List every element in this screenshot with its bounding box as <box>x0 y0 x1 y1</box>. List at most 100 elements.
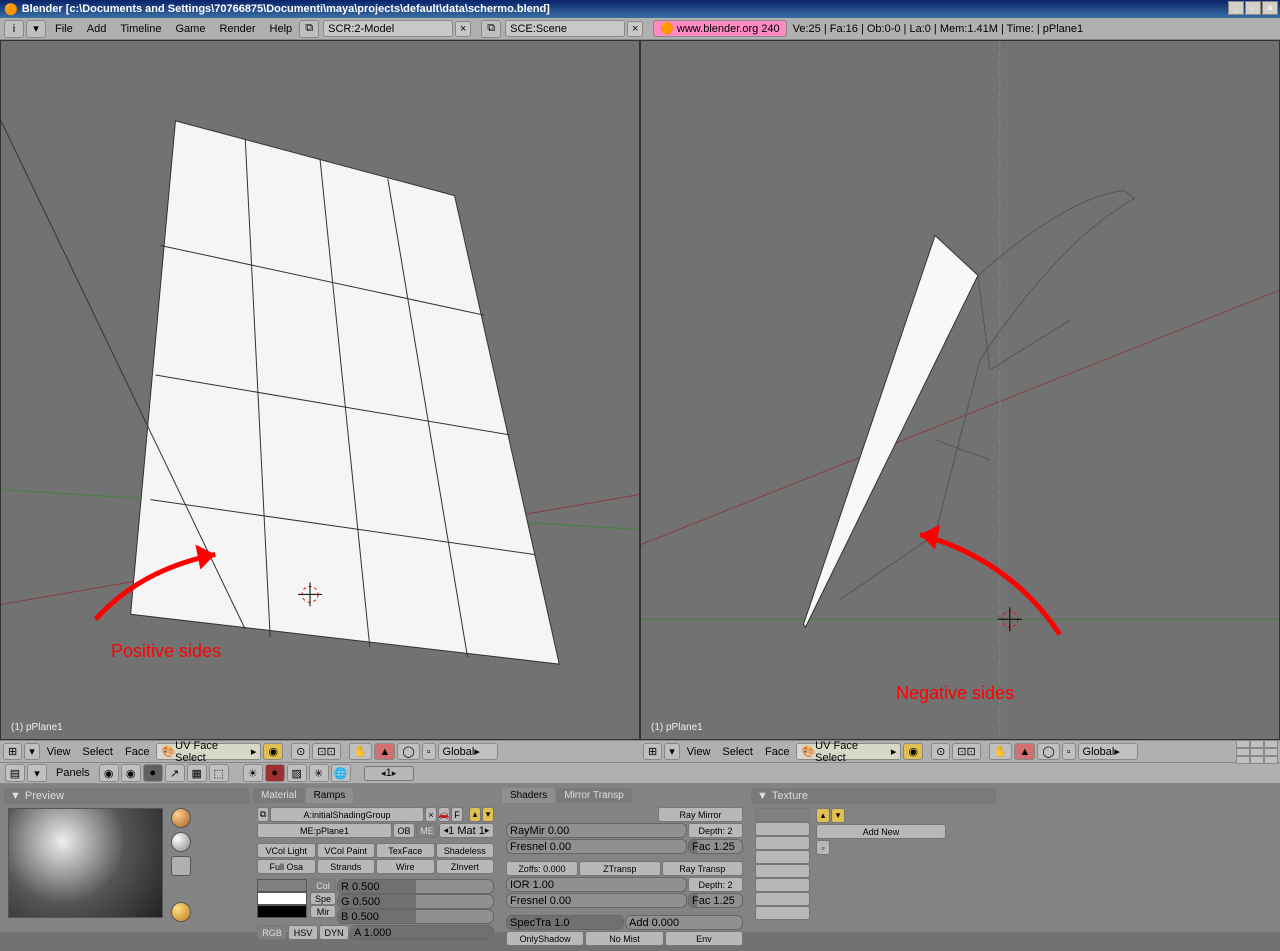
menu-help[interactable]: Help <box>263 23 300 35</box>
mat-nodes-down[interactable]: ▾ <box>482 807 494 822</box>
mode-selector-r[interactable]: 🎨UV Face Select▸ <box>796 743 901 760</box>
vp-select[interactable]: Select <box>76 746 119 758</box>
spectra-slider[interactable]: SpecTra 1.0 <box>506 915 624 930</box>
tex-slot-3[interactable] <box>755 850 810 864</box>
tex-slot-4[interactable] <box>755 864 810 878</box>
menu-add[interactable]: Add <box>80 23 114 35</box>
add-new-button[interactable]: Add New <box>816 824 946 839</box>
pivot-dropdown-icon[interactable]: ⊡⊡ <box>312 743 340 760</box>
pivot-icon-r[interactable]: ⊙ <box>931 743 950 760</box>
tab-mirror[interactable]: Mirror Transp <box>556 788 631 803</box>
world-subcontext-icon[interactable]: 🌐 <box>331 764 351 782</box>
ray-mirror-button[interactable]: Ray Mirror <box>658 807 743 822</box>
ztransp-button[interactable]: ZTransp <box>579 861 661 876</box>
fac2-slider[interactable]: Fac 1.25 <box>688 893 743 908</box>
mat-browse-icon[interactable]: ⧉ <box>257 807 269 822</box>
spe-swatch[interactable] <box>257 892 307 905</box>
tex-down-icon[interactable]: ▾ <box>831 808 845 823</box>
texture-subcontext-icon[interactable]: ▨ <box>287 764 307 782</box>
manipulator-icon[interactable]: ✋ <box>349 743 373 760</box>
blender-link[interactable]: 🟠 www.blender.org 240 <box>653 20 787 37</box>
mat-f-button[interactable]: F <box>451 807 463 822</box>
ray-transp-button[interactable]: Ray Transp <box>662 861 744 876</box>
menu-game[interactable]: Game <box>168 23 212 35</box>
radiosity-subcontext-icon[interactable]: ✳ <box>309 764 329 782</box>
layer-buttons[interactable] <box>1236 740 1278 764</box>
mesh-name-field[interactable]: ME:pPlane1 <box>257 823 392 838</box>
hsv-button[interactable]: HSV <box>288 925 318 940</box>
nomist-button[interactable]: No Mist <box>585 931 663 946</box>
pivot-icon[interactable]: ⊙ <box>291 743 310 760</box>
tex-up-icon[interactable]: ▴ <box>816 808 830 823</box>
col-button[interactable]: Col <box>310 879 336 892</box>
scene-browse-icon[interactable]: ⧉ <box>481 20 501 38</box>
rotate-icon[interactable]: ◯ <box>397 743 419 760</box>
vp-view[interactable]: View <box>41 746 77 758</box>
mat-x-icon[interactable]: × <box>425 807 437 822</box>
logic-context-icon[interactable]: ◉ <box>99 764 119 782</box>
frame-field[interactable]: ◂ 1 ▸ <box>364 766 414 781</box>
scene-context-icon[interactable]: ⬚ <box>209 764 229 782</box>
pivot-dropdown-icon-r[interactable]: ⊡⊡ <box>952 743 980 760</box>
add-slider[interactable]: Add 0.000 <box>625 915 743 930</box>
scene-close[interactable]: × <box>627 21 643 37</box>
tex-slot-2[interactable] <box>755 836 810 850</box>
depth-field[interactable]: Depth: 2 <box>688 823 743 838</box>
vp-select-r[interactable]: Select <box>716 746 759 758</box>
info-icon[interactable]: i <box>4 20 24 38</box>
view-type-icon[interactable]: ⊞ <box>3 743 22 760</box>
zoffs-field[interactable]: Zoffs: 0.000 <box>506 861 578 876</box>
fresnel-slider[interactable]: Fresnel 0.00 <box>506 839 687 854</box>
vp-view-r[interactable]: View <box>681 746 717 758</box>
shading-icon[interactable]: ◉ <box>263 743 283 760</box>
tex-slot-0[interactable] <box>755 808 810 822</box>
me-button[interactable]: ME <box>416 823 438 838</box>
preview-flat-icon[interactable] <box>171 808 191 828</box>
dyn-button[interactable]: DYN <box>319 925 349 940</box>
tex-slot-6[interactable] <box>755 892 810 906</box>
alpha-slider[interactable]: A 1.000 <box>350 925 494 940</box>
texface-button[interactable]: TexFace <box>376 843 435 858</box>
dropdown-caret-icon-r[interactable]: ▾ <box>664 743 680 760</box>
view-type-icon-r[interactable]: ⊞ <box>643 743 662 760</box>
scale-icon-r[interactable]: ▫ <box>1062 743 1076 760</box>
translate-icon-r[interactable]: ▲ <box>1014 743 1035 760</box>
dropdown-caret-icon[interactable]: ▾ <box>24 743 40 760</box>
menu-file[interactable]: File <box>48 23 80 35</box>
mat-count[interactable]: ◂ 1 Mat 1 ▸ <box>439 823 494 838</box>
dropdown-icon[interactable]: ▾ <box>26 20 46 38</box>
close-button[interactable]: × <box>1262 1 1278 15</box>
mat-car-icon[interactable]: 🚗 <box>438 807 450 822</box>
wire-button[interactable]: Wire <box>376 859 435 874</box>
tab-material[interactable]: Material <box>253 788 305 803</box>
screen-browse-icon[interactable]: ⧉ <box>299 20 319 38</box>
buttons-window-icon[interactable]: ▤ <box>5 764 25 782</box>
strands-button[interactable]: Strands <box>317 859 376 874</box>
viewport-right[interactable]: Negative sides (1) pPlane1 <box>640 40 1280 740</box>
material-subcontext-icon[interactable]: ● <box>265 764 285 782</box>
tex-clear-icon[interactable]: ▫ <box>816 840 830 855</box>
r-slider[interactable]: R 0.500 <box>337 879 494 894</box>
menu-timeline[interactable]: Timeline <box>113 23 168 35</box>
object-context-icon[interactable]: ↗ <box>165 764 185 782</box>
mir-button[interactable]: Mir <box>310 905 336 918</box>
rotate-icon-r[interactable]: ◯ <box>1037 743 1059 760</box>
mir-swatch[interactable] <box>257 905 307 918</box>
script-context-icon[interactable]: ◉ <box>121 764 141 782</box>
mode-selector[interactable]: 🎨UV Face Select▸ <box>156 743 261 760</box>
screen-selector[interactable]: SCR:2-Model <box>323 20 453 37</box>
edit-context-icon[interactable]: ▦ <box>187 764 207 782</box>
preview-cube-icon[interactable] <box>171 856 191 876</box>
screen-close[interactable]: × <box>455 21 471 37</box>
preview-sphere-icon[interactable] <box>171 832 191 852</box>
full-osa-button[interactable]: Full Osa <box>257 859 316 874</box>
vcol-paint-button[interactable]: VCol Paint <box>317 843 376 858</box>
col-swatch[interactable] <box>257 879 307 892</box>
panels-dropdown-icon[interactable]: ▾ <box>27 764 47 782</box>
orientation-selector-r[interactable]: Global▸ <box>1078 743 1138 760</box>
ob-button[interactable]: OB <box>393 823 415 838</box>
fac-slider[interactable]: Fac 1.25 <box>688 839 743 854</box>
g-slider[interactable]: G 0.500 <box>337 894 494 909</box>
tab-shaders[interactable]: Shaders <box>502 788 555 803</box>
lamp-subcontext-icon[interactable]: ☀ <box>243 764 263 782</box>
